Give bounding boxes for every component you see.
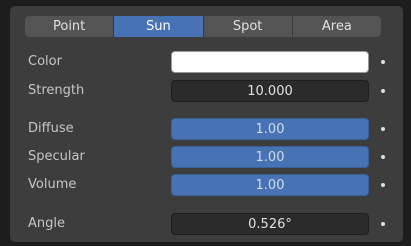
specular-row: Specular 1.00	[10, 146, 403, 168]
color-row: Color	[10, 51, 403, 73]
light-properties-panel: Point Sun Spot Area Color Strength 10.00…	[10, 6, 403, 242]
diffuse-row: Diffuse 1.00	[10, 118, 403, 140]
volume-keyframe-dot[interactable]	[381, 183, 385, 187]
angle-label: Angle	[28, 216, 65, 231]
diffuse-slider[interactable]: 1.00	[171, 118, 369, 140]
specular-label: Specular	[28, 149, 85, 164]
volume-row: Volume 1.00	[10, 174, 403, 196]
color-swatch[interactable]	[171, 51, 369, 73]
strength-field[interactable]: 10.000	[171, 80, 369, 102]
strength-keyframe-dot[interactable]	[381, 89, 385, 93]
strength-label: Strength	[28, 83, 85, 98]
light-type-tabs: Point Sun Spot Area	[25, 16, 381, 37]
volume-slider[interactable]: 1.00	[171, 174, 369, 196]
tab-sun[interactable]: Sun	[114, 16, 204, 37]
tab-point[interactable]: Point	[25, 16, 115, 37]
angle-keyframe-dot[interactable]	[381, 222, 385, 226]
tab-spot[interactable]: Spot	[203, 16, 293, 37]
angle-row: Angle 0.526°	[10, 213, 403, 235]
tab-area[interactable]: Area	[292, 16, 381, 37]
specular-slider[interactable]: 1.00	[171, 146, 369, 168]
color-keyframe-dot[interactable]	[381, 60, 385, 64]
volume-label: Volume	[28, 177, 77, 192]
diffuse-keyframe-dot[interactable]	[381, 127, 385, 131]
color-label: Color	[28, 54, 62, 69]
strength-row: Strength 10.000	[10, 80, 403, 102]
angle-field[interactable]: 0.526°	[171, 213, 369, 235]
diffuse-label: Diffuse	[28, 121, 74, 136]
specular-keyframe-dot[interactable]	[381, 155, 385, 159]
